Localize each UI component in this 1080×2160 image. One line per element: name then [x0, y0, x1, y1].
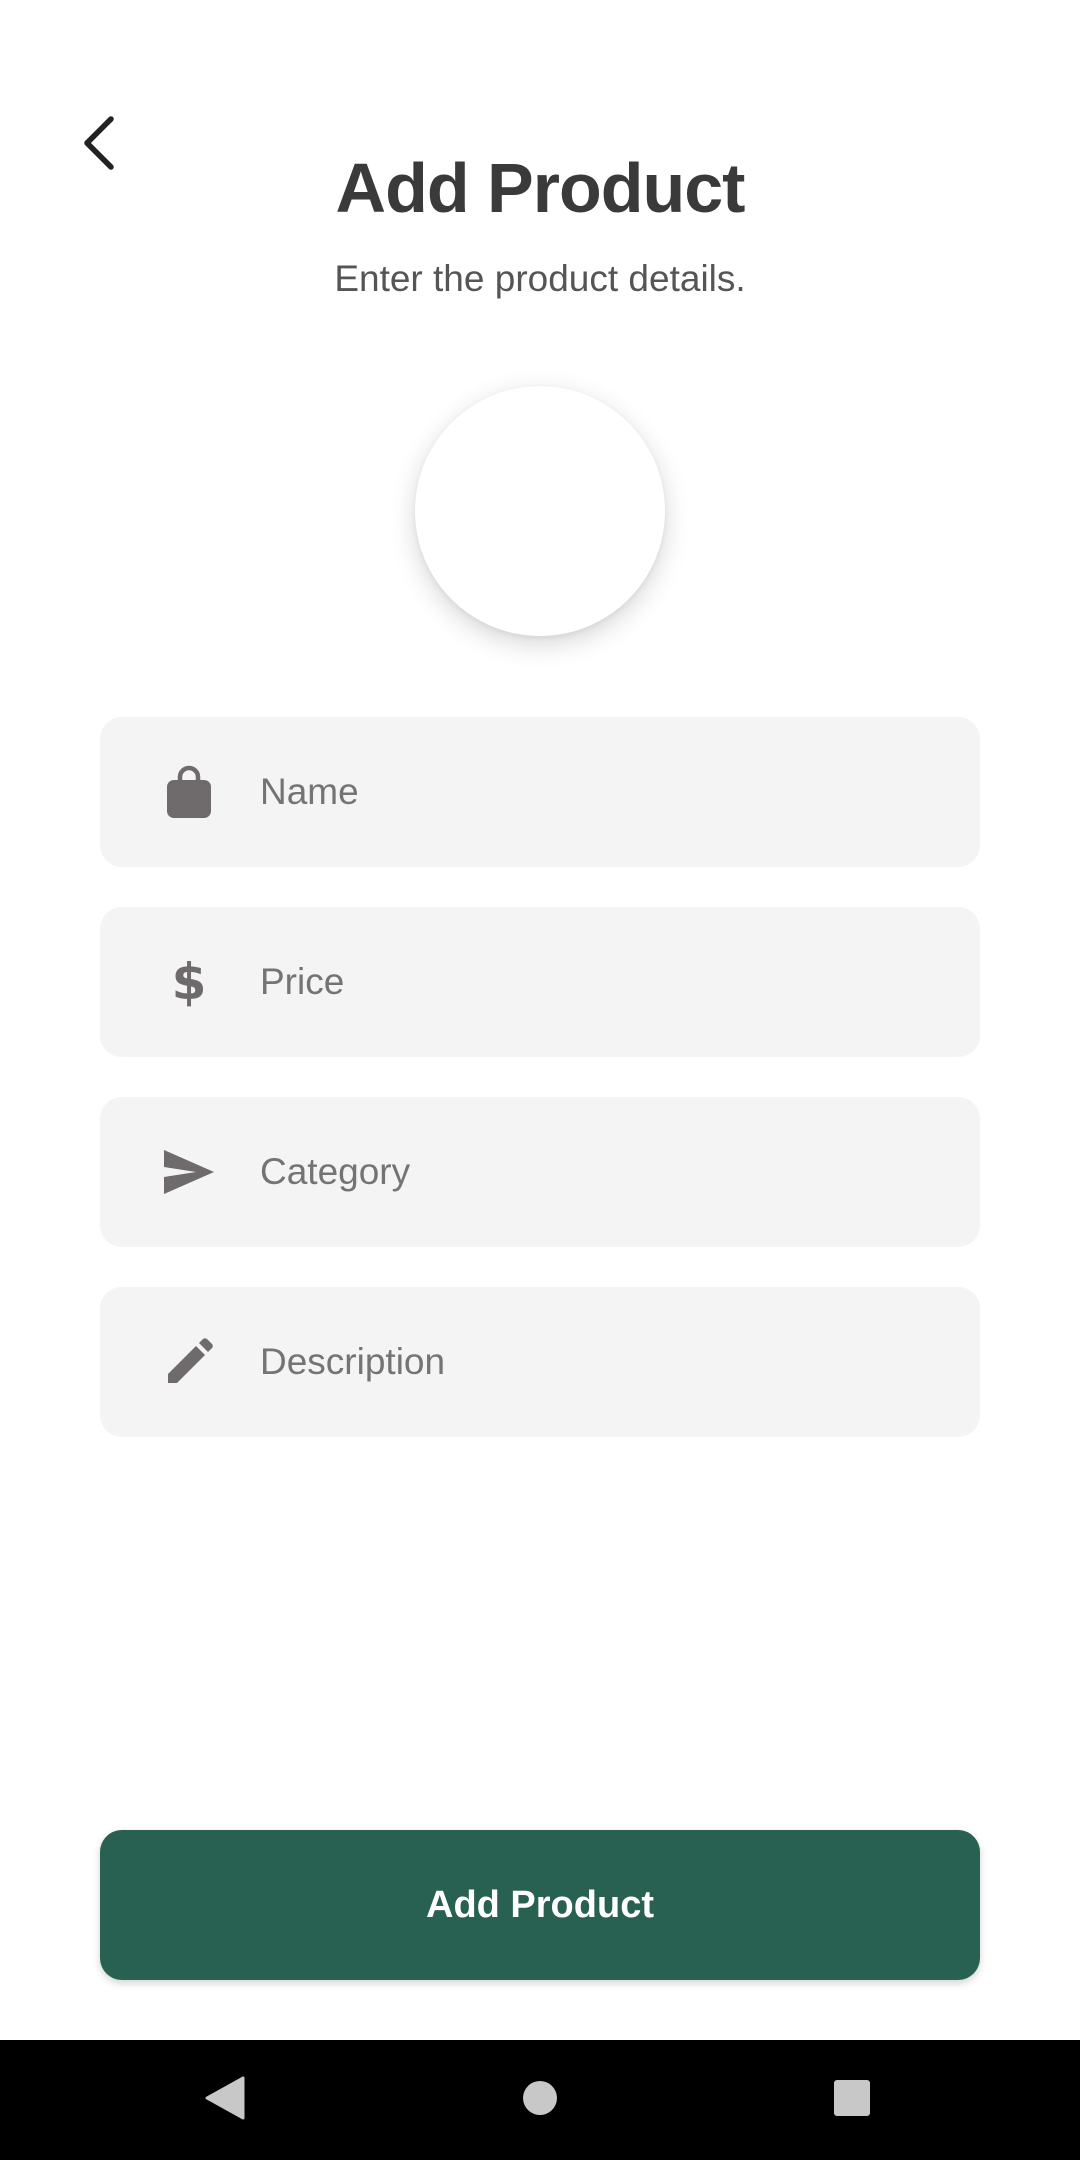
page-subtitle: Enter the product details.	[334, 258, 746, 299]
nav-home-button[interactable]	[498, 2058, 582, 2142]
nav-recents-icon	[832, 2078, 872, 2123]
price-input[interactable]	[260, 907, 940, 1057]
category-field[interactable]	[100, 1097, 980, 1247]
nav-home-icon	[520, 2078, 560, 2123]
price-field[interactable]: $	[100, 907, 980, 1057]
description-field[interactable]	[100, 1287, 980, 1437]
send-icon	[160, 1143, 218, 1201]
nav-back-icon	[203, 2076, 247, 2125]
nav-recents-button[interactable]	[810, 2058, 894, 2142]
nav-back-button[interactable]	[183, 2058, 267, 2142]
name-input[interactable]	[260, 717, 940, 867]
category-input[interactable]	[260, 1097, 940, 1247]
shopping-bag-icon	[160, 763, 218, 821]
pencil-icon	[160, 1333, 218, 1391]
add-product-button[interactable]: Add Product	[100, 1830, 980, 1980]
dollar-icon: $	[171, 953, 207, 1011]
page-title: Add Product	[335, 149, 746, 227]
product-image-picker[interactable]	[415, 386, 665, 636]
system-navigation-bar	[0, 2040, 1080, 2160]
add-product-screen: Add Product Enter the product details. $	[0, 0, 1080, 2160]
name-field[interactable]	[100, 717, 980, 867]
description-input[interactable]	[260, 1287, 940, 1437]
